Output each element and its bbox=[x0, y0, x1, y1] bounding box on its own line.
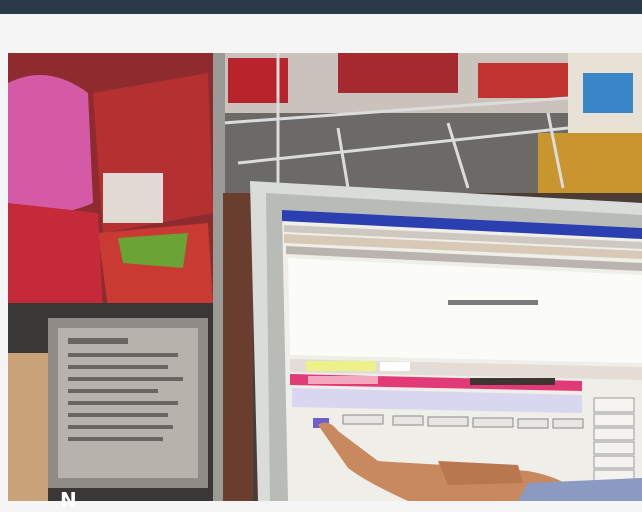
caption-fragment: N bbox=[60, 488, 77, 512]
top-bar bbox=[0, 0, 642, 14]
store-photo bbox=[8, 53, 642, 501]
